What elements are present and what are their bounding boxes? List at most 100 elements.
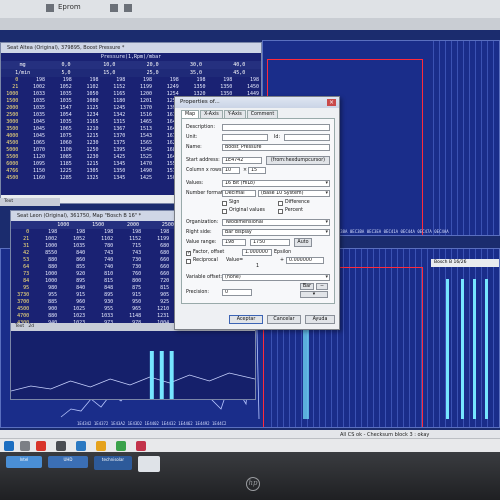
table-cell[interactable]: 1035 [47,91,74,98]
table-cell[interactable]: 1370 [127,105,154,112]
table-cell[interactable]: 980 [31,285,59,292]
help-button[interactable]: Ayuda [305,315,335,324]
table-cell[interactable]: 1315 [101,119,128,126]
table-cell[interactable]: 1035 [20,112,47,119]
from-cursor-button[interactable]: (from:hexdumpcursor) [266,156,330,165]
dialog-title[interactable]: Properties of... [175,97,339,108]
table-cell[interactable]: 1345 [101,161,128,168]
table-cell[interactable]: 1490 [127,168,154,175]
table-cell[interactable]: 855 [59,264,87,271]
organization-select[interactable]: Twodimensional [222,219,330,226]
table-cell[interactable]: 1230 [74,154,101,161]
table-cell[interactable]: 955 [87,306,115,313]
name-field[interactable]: Boost_Pressure [222,144,330,151]
table-cell[interactable]: 915 [59,292,87,299]
table-cell[interactable]: 1000 [31,271,59,278]
close-icon[interactable]: × [327,99,336,106]
table-cell[interactable]: 965 [115,306,143,313]
bar-minus-button[interactable]: − [316,283,328,290]
taskbar-app-icon[interactable] [116,441,126,451]
bar-button[interactable]: Bar [300,283,314,290]
table-cell[interactable]: 780 [87,243,115,250]
table-cell[interactable]: 198 [101,77,128,84]
window-title[interactable]: Seat Altea (Original), 379895, Boost Pre… [1,43,261,53]
tab-y-axis[interactable]: Y-Axis [223,110,246,118]
table-cell[interactable]: 1547 [47,105,74,112]
table-cell[interactable]: 8550 [31,250,59,257]
table-cell[interactable]: 1325 [74,175,101,182]
table-cell[interactable]: 680 [143,243,171,250]
table-cell[interactable]: 810 [87,271,115,278]
accept-button[interactable]: Aceptar [229,315,263,324]
table-cell[interactable]: 1002 [20,84,47,91]
tab-comment[interactable]: Comment [246,110,279,118]
table-cell[interactable]: 198 [31,229,59,236]
table-cell[interactable]: 875 [115,285,143,292]
table-cell[interactable]: 1345 [101,175,128,182]
table-cell[interactable]: 1033 [20,91,47,98]
table-cell[interactable]: 1045 [20,133,47,140]
table-cell[interactable]: 1165 [101,91,128,98]
table-cell[interactable]: 1050 [74,91,101,98]
toolbar-icon[interactable] [124,4,132,12]
table-cell[interactable]: 1465 [127,119,154,126]
factor-offset-checkbox[interactable] [186,250,191,256]
table-cell[interactable]: 1085 [47,154,74,161]
table-cell[interactable]: 895 [59,278,87,285]
table-cell[interactable]: 1152 [101,84,128,91]
table-cell[interactable]: 1152 [115,236,143,243]
percent-checkbox[interactable] [278,209,283,214]
table-cell[interactable]: 1095 [20,161,47,168]
taskbar-app-icon[interactable] [56,441,66,451]
description-field[interactable] [222,124,330,131]
toolbar-icon[interactable] [110,4,118,12]
table-cell[interactable]: 740 [87,264,115,271]
values-select[interactable]: 16 Bit (HiLo) [222,180,330,187]
table-cell[interactable]: 1231 [143,313,171,320]
number-format-select[interactable]: Decimal [222,190,256,197]
table-cell[interactable]: 1425 [127,175,154,182]
table-cell[interactable]: 680 [143,250,171,257]
taskbar-app-icon[interactable] [136,441,146,451]
tab-map[interactable]: Map [181,110,200,118]
table-cell[interactable]: 960 [59,299,87,306]
table-cell[interactable]: 1000 [31,278,59,285]
table-cell[interactable]: 1199 [143,236,171,243]
table-cell[interactable]: 1045 [20,119,47,126]
table-cell[interactable]: 1375 [101,140,128,147]
table-cell[interactable]: 198 [234,77,261,84]
table-cell[interactable]: 1285 [47,175,74,182]
table-row[interactable]: 21 1002 1052 1102 1152 1199 1249 1350 1350 1450 [1,84,261,91]
table-cell[interactable]: 1215 [74,161,101,168]
table-cell[interactable]: 743 [115,250,143,257]
table-cell[interactable]: 198 [181,77,208,84]
table-cell[interactable]: 1065 [20,140,47,147]
table-cell[interactable]: 1080 [74,98,101,105]
table-cell[interactable]: 730 [115,257,143,264]
table-cell[interactable]: 930 [87,299,115,306]
table-cell[interactable]: 885 [31,299,59,306]
table-cell[interactable]: 880 [31,264,59,271]
table-cell[interactable]: 1230 [74,140,101,147]
table-cell[interactable]: 1075 [47,133,74,140]
table-cell[interactable]: 1395 [101,147,128,154]
table-cell[interactable]: 1045 [20,126,47,133]
table-cell[interactable]: 740 [87,257,115,264]
table-cell[interactable]: 915 [115,292,143,299]
tab-text[interactable]: Text [15,324,24,329]
table-cell[interactable]: 1100 [47,147,74,154]
table-cell[interactable]: 1305 [74,168,101,175]
table-cell[interactable]: 1165 [74,119,101,126]
table-cell[interactable]: 1225 [47,168,74,175]
id-field[interactable] [284,134,330,141]
table-cell[interactable]: 730 [115,264,143,271]
table-cell[interactable]: 1516 [127,112,154,119]
table-cell[interactable]: 660 [143,257,171,264]
table-cell[interactable]: 1023 [59,313,87,320]
table-cell[interactable]: 1350 [101,168,128,175]
table-cell[interactable]: 1070 [20,147,47,154]
tab-2d[interactable]: 2d [28,324,34,329]
table-cell[interactable]: 900 [31,306,59,313]
table-cell[interactable]: 1052 [47,84,74,91]
table-cell[interactable]: 1065 [47,126,74,133]
